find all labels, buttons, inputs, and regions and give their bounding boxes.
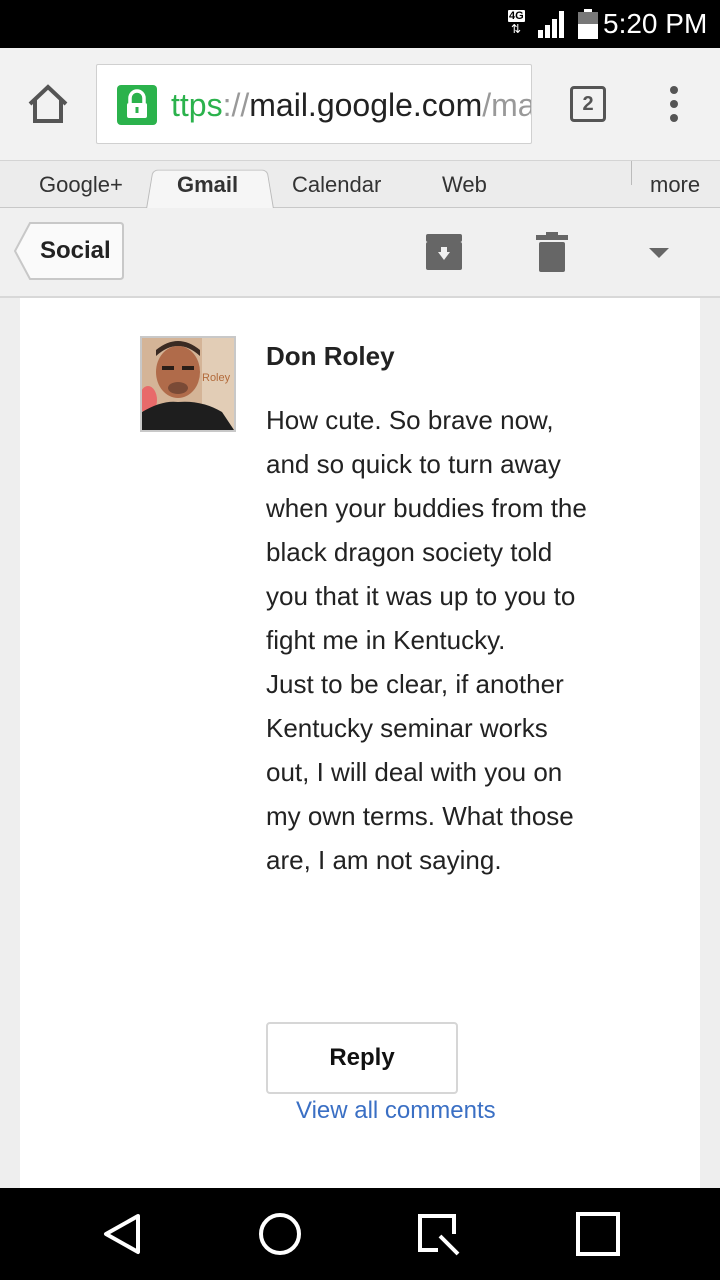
reply-button[interactable]: Reply — [266, 1022, 458, 1094]
status-time: 5:20 PM — [603, 8, 708, 39]
tab-google-plus[interactable]: Google+ — [39, 161, 123, 207]
view-all-comments-link[interactable]: View all comments — [296, 1094, 496, 1128]
avatar-watermark: Roley — [202, 372, 231, 384]
network-4g-icon: 4G ⇅ — [508, 10, 534, 38]
google-bar: Google+ Gmail Calendar Web more — [0, 160, 720, 209]
comment-body: How cute. So brave now, and so quick to … — [266, 398, 596, 882]
archive-icon[interactable] — [424, 232, 464, 272]
back-to-social-button[interactable]: Social — [14, 222, 124, 280]
recent-apps-icon[interactable] — [574, 1210, 622, 1258]
lock-icon — [117, 85, 157, 125]
back-button-label: Social — [40, 237, 111, 264]
status-bar: 4G ⇅ 5:20 PM — [0, 0, 720, 48]
comment-card: Roley Don Roley How cute. So brave now, … — [20, 298, 700, 1188]
chevron-down-icon[interactable] — [648, 246, 670, 260]
address-bar[interactable]: ttps://mail.google.com/mail/ — [96, 64, 532, 144]
url-text: ttps://mail.google.com/mail/ — [171, 87, 532, 123]
home-icon[interactable] — [24, 82, 72, 126]
tab-gmail[interactable]: Gmail — [177, 161, 238, 207]
avatar[interactable]: Roley — [140, 336, 236, 432]
gmail-action-bar: Social — [0, 208, 720, 298]
network-type-label: 4G — [508, 10, 525, 22]
divider — [631, 161, 632, 185]
tab-calendar[interactable]: Calendar — [292, 161, 381, 207]
back-icon[interactable] — [98, 1210, 146, 1258]
browser-toolbar: ttps://mail.google.com/mail/ 2 — [0, 48, 720, 160]
comment-author[interactable]: Don Roley — [266, 338, 395, 374]
android-nav-bar — [0, 1188, 720, 1280]
tab-switcher-button[interactable]: 2 — [570, 86, 606, 122]
tab-more[interactable]: more — [650, 161, 700, 207]
overflow-menu-icon[interactable] — [662, 84, 686, 124]
data-activity-icon: ⇅ — [511, 22, 521, 36]
quick-memo-icon[interactable] — [414, 1210, 462, 1258]
signal-strength-icon — [538, 10, 568, 38]
home-circle-icon[interactable] — [256, 1210, 304, 1258]
comment-paragraph: How cute. So brave now, and so quick to … — [266, 405, 587, 655]
tab-web[interactable]: Web — [442, 161, 487, 207]
comment-paragraph: Just to be clear, if another Kentucky se… — [266, 669, 574, 875]
trash-icon[interactable] — [534, 230, 570, 274]
battery-icon — [578, 9, 598, 39]
